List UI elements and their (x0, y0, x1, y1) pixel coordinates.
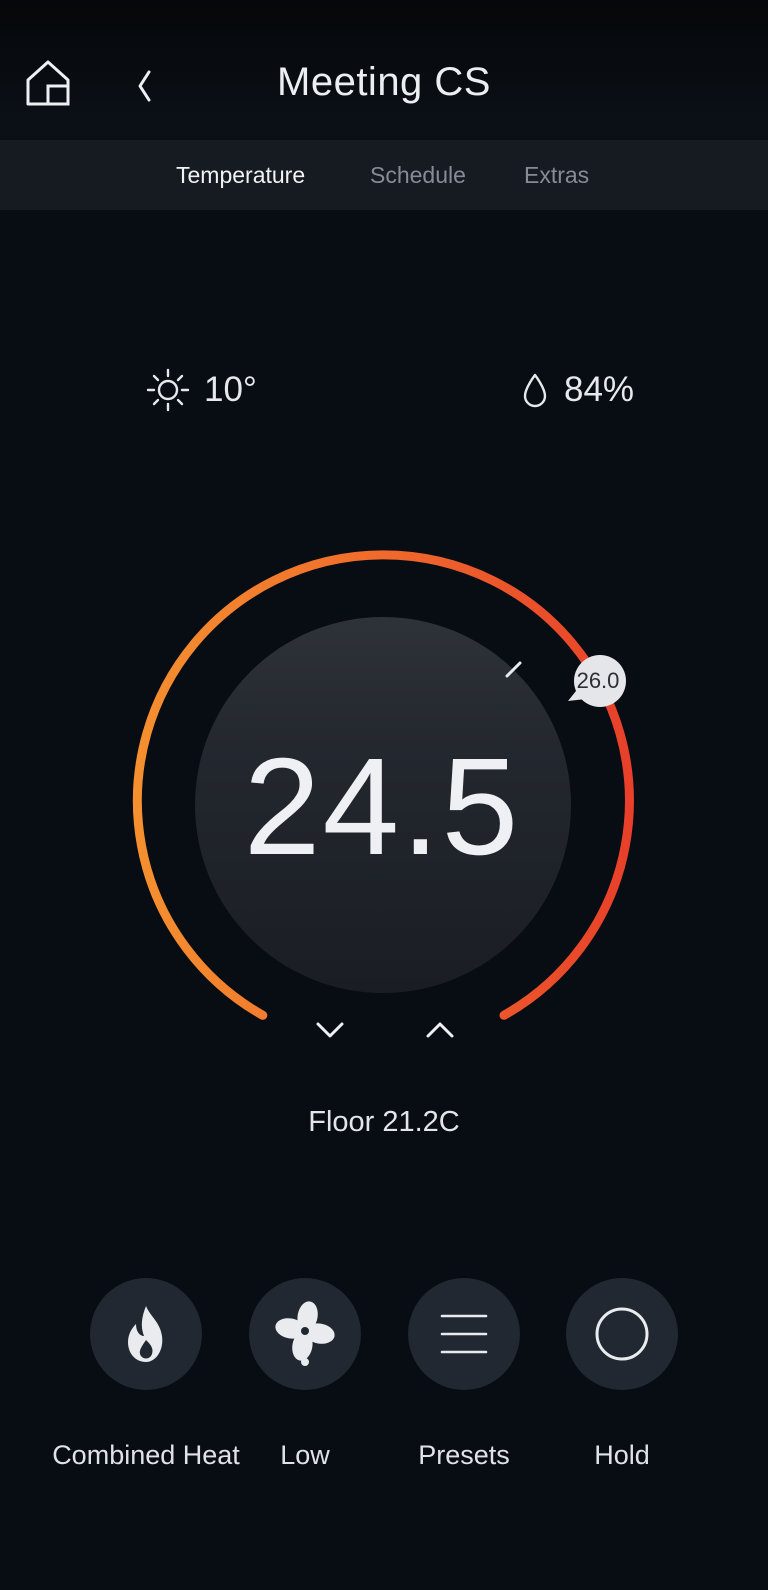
mode-button[interactable] (90, 1278, 202, 1390)
chevron-up-icon (426, 1022, 454, 1038)
decrease-button[interactable] (308, 1008, 352, 1052)
setpoint-tick (505, 661, 522, 678)
droplet-icon (523, 373, 547, 408)
tab-bar: Temperature Schedule Extras (0, 140, 768, 210)
menu-icon (440, 1314, 488, 1354)
back-button[interactable] (128, 62, 164, 110)
fan-icon (275, 1301, 335, 1366)
increase-button[interactable] (418, 1008, 462, 1052)
sun-icon (146, 368, 190, 412)
humidity-value: 84% (564, 370, 635, 409)
header: Meeting CS (0, 0, 768, 140)
home-button[interactable] (24, 58, 72, 110)
page-title: Meeting CS (277, 60, 491, 104)
tab-schedule[interactable]: Schedule (370, 162, 466, 189)
chevron-down-icon (316, 1022, 344, 1038)
fan-button[interactable] (249, 1278, 361, 1390)
flame-icon (128, 1306, 163, 1362)
thermostat-screen: Meeting CS Temperature Schedule Extras 1… (0, 0, 768, 1590)
current-temperature: 24.5 (243, 730, 521, 884)
home-icon (26, 60, 70, 106)
hold-label: Hold (594, 1440, 650, 1470)
circle-icon (595, 1307, 649, 1361)
tab-temperature[interactable]: Temperature (176, 162, 305, 189)
hold-button[interactable] (566, 1278, 678, 1390)
outdoor-temperature: 10° (146, 365, 257, 415)
setpoint-value: 26.0 (576, 668, 620, 693)
outdoor-temperature-value: 10° (204, 370, 257, 409)
presets-button[interactable] (408, 1278, 520, 1390)
floor-temperature: Floor 21.2C (308, 1106, 460, 1138)
tab-extras[interactable]: Extras (524, 162, 589, 189)
chevron-left-icon (138, 70, 151, 102)
humidity: 84% (520, 365, 634, 415)
